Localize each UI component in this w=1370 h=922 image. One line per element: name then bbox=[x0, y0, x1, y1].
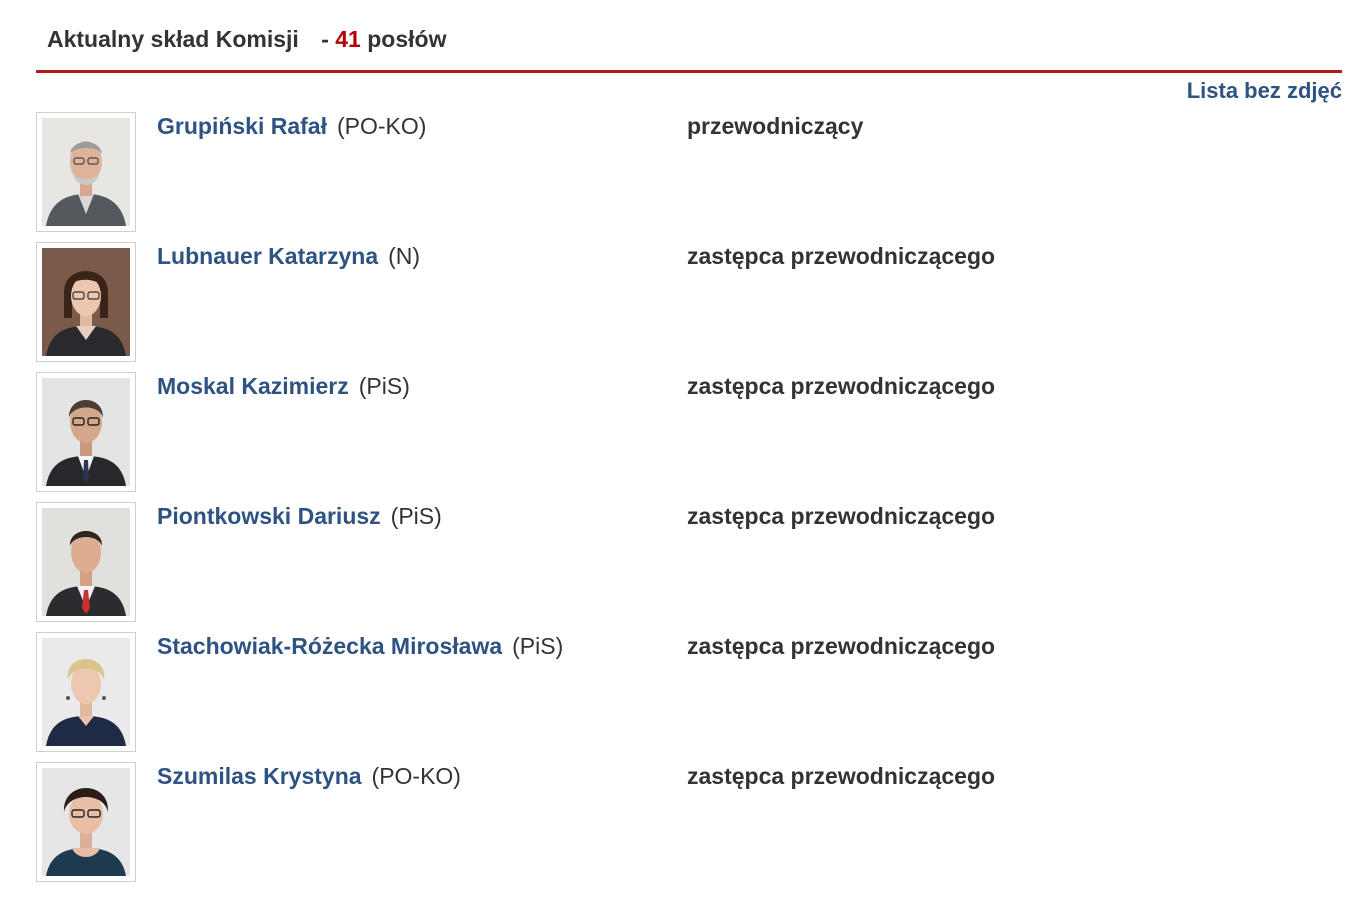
list-without-photos-link[interactable]: Lista bez zdjęć bbox=[1187, 78, 1342, 104]
heading-separator: - bbox=[321, 26, 329, 52]
member-name-line: Lubnauer Katarzyna (N) bbox=[157, 242, 420, 270]
member-count: 41 bbox=[335, 26, 361, 52]
member-name-line: Moskal Kazimierz (PiS) bbox=[157, 372, 410, 400]
member-name-line: Piontkowski Dariusz (PiS) bbox=[157, 502, 442, 530]
member-row: Szumilas Krystyna (PO-KO) zastępca przewo… bbox=[36, 762, 1036, 884]
header-divider bbox=[36, 70, 1342, 73]
member-photo[interactable] bbox=[36, 632, 136, 752]
member-role: zastępca przewodniczącego bbox=[687, 763, 996, 789]
member-row: Lubnauer Katarzyna (N) zastępca przewodni… bbox=[36, 242, 1036, 364]
member-club: (PO-KO) bbox=[371, 763, 461, 789]
member-row: Piontkowski Dariusz (PiS) zastępca przewo… bbox=[36, 502, 1036, 624]
member-name-line: Szumilas Krystyna (PO-KO) bbox=[157, 762, 461, 790]
member-club: (PiS) bbox=[390, 503, 442, 529]
member-photo[interactable] bbox=[36, 372, 136, 492]
portrait-image bbox=[42, 118, 130, 226]
member-role: przewodniczący bbox=[687, 113, 864, 139]
member-role: zastępca przewodniczącego bbox=[687, 243, 996, 269]
member-name-link[interactable]: Lubnauer Katarzyna bbox=[157, 243, 378, 269]
member-photo[interactable] bbox=[36, 112, 136, 232]
member-count-suffix: posłów bbox=[367, 26, 447, 52]
member-name-link[interactable]: Stachowiak-Różecka Mirosława bbox=[157, 633, 502, 659]
member-photo[interactable] bbox=[36, 502, 136, 622]
member-role: zastępca przewodniczącego bbox=[687, 633, 996, 659]
committee-composition-heading: Aktualny skład Komisji - 41 posłów bbox=[47, 26, 446, 53]
member-row: Stachowiak-Różecka Mirosława (PiS) zastęp… bbox=[36, 632, 1036, 754]
member-club: (PiS) bbox=[358, 373, 410, 399]
member-name-line: Stachowiak-Różecka Mirosława (PiS) bbox=[157, 632, 563, 660]
member-row: Moskal Kazimierz (PiS) zastępca przewodni… bbox=[36, 372, 1036, 494]
member-name-link[interactable]: Piontkowski Dariusz bbox=[157, 503, 381, 529]
portrait-image bbox=[42, 508, 130, 616]
member-row: Grupiński Rafał (PO-KO) przewodniczący bbox=[36, 112, 1036, 234]
member-club: (PiS) bbox=[512, 633, 564, 659]
portrait-image bbox=[42, 378, 130, 486]
portrait-image bbox=[42, 248, 130, 356]
portrait-image bbox=[42, 768, 130, 876]
portrait-image bbox=[42, 638, 130, 746]
member-photo[interactable] bbox=[36, 762, 136, 882]
member-name-link[interactable]: Moskal Kazimierz bbox=[157, 373, 349, 399]
member-photo[interactable] bbox=[36, 242, 136, 362]
member-club: (N) bbox=[388, 243, 421, 269]
member-name-link[interactable]: Szumilas Krystyna bbox=[157, 763, 362, 789]
member-role: zastępca przewodniczącego bbox=[687, 503, 996, 529]
member-name-link[interactable]: Grupiński Rafał bbox=[157, 113, 327, 139]
heading-title: Aktualny skład Komisji bbox=[47, 26, 299, 52]
member-name-line: Grupiński Rafał (PO-KO) bbox=[157, 112, 426, 140]
member-role: zastępca przewodniczącego bbox=[687, 373, 996, 399]
member-club: (PO-KO) bbox=[336, 113, 427, 139]
